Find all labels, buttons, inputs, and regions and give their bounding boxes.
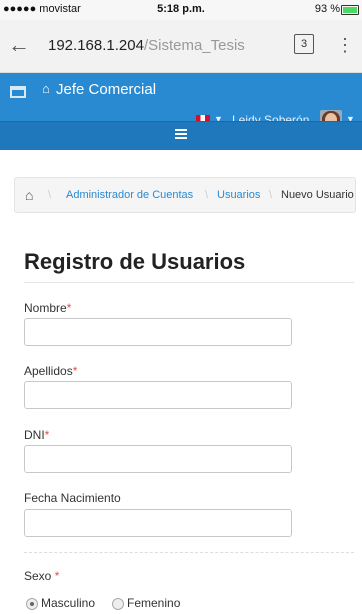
radio-label-masculino[interactable]: Masculino xyxy=(41,596,95,610)
back-arrow-icon[interactable]: ← xyxy=(6,30,32,60)
breadcrumb-separator: \ xyxy=(48,189,52,201)
breadcrumb-home-icon[interactable]: ⌂ xyxy=(25,178,33,212)
tabs-button[interactable]: 3 xyxy=(294,34,314,54)
breadcrumb-separator: \ xyxy=(269,189,273,201)
apellidos-label: Apellidos* xyxy=(24,364,78,378)
role-title[interactable]: Jefe Comercial xyxy=(56,81,156,98)
breadcrumb-link-users[interactable]: Usuarios xyxy=(217,178,260,212)
fecha-nacimiento-field[interactable] xyxy=(24,509,292,537)
home-icon: ⌂ xyxy=(42,81,50,96)
hamburger-menu-icon[interactable] xyxy=(175,129,187,139)
browser-toolbar: ← 192.168.1.204/Sistema_Tesis 3 ⋮ xyxy=(0,20,362,73)
breadcrumb-separator: \ xyxy=(205,189,209,201)
section-divider xyxy=(24,552,354,553)
sidebar-toggle-icon[interactable] xyxy=(10,86,26,98)
battery-percent: 93 % xyxy=(314,3,340,15)
dni-label: DNI* xyxy=(24,428,50,442)
url-host: 192.168.1.204 xyxy=(48,37,144,54)
address-bar[interactable]: 192.168.1.204/Sistema_Tesis xyxy=(48,30,288,62)
dni-field[interactable] xyxy=(24,445,292,473)
more-menu-icon[interactable]: ⋮ xyxy=(336,30,354,60)
radio-label-femenino[interactable]: Femenino xyxy=(127,596,180,610)
nombre-label: Nombre* xyxy=(24,301,72,315)
breadcrumb-current: Nuevo Usuario xyxy=(281,189,354,201)
fecha-nacimiento-label: Fecha Nacimiento xyxy=(24,491,121,505)
radio-masculino[interactable] xyxy=(26,598,38,610)
url-path: /Sistema_Tesis xyxy=(143,37,245,54)
status-bar: ●●●●● movistar 5:18 p.m. 93 % xyxy=(0,0,362,20)
sexo-label: Sexo * xyxy=(24,569,60,583)
breadcrumb-link-accounts[interactable]: Administrador de Cuentas xyxy=(66,178,193,212)
battery-icon xyxy=(341,5,359,15)
title-divider xyxy=(24,282,354,283)
apellidos-field[interactable] xyxy=(24,381,292,409)
radio-femenino[interactable] xyxy=(112,598,124,610)
clock: 5:18 p.m. xyxy=(157,3,205,15)
breadcrumb: ⌂ \ Administrador de Cuentas \ Usuarios … xyxy=(14,177,356,213)
page-title: Registro de Usuarios xyxy=(24,249,246,274)
nombre-field[interactable] xyxy=(24,318,292,346)
nav-bar xyxy=(0,121,362,150)
